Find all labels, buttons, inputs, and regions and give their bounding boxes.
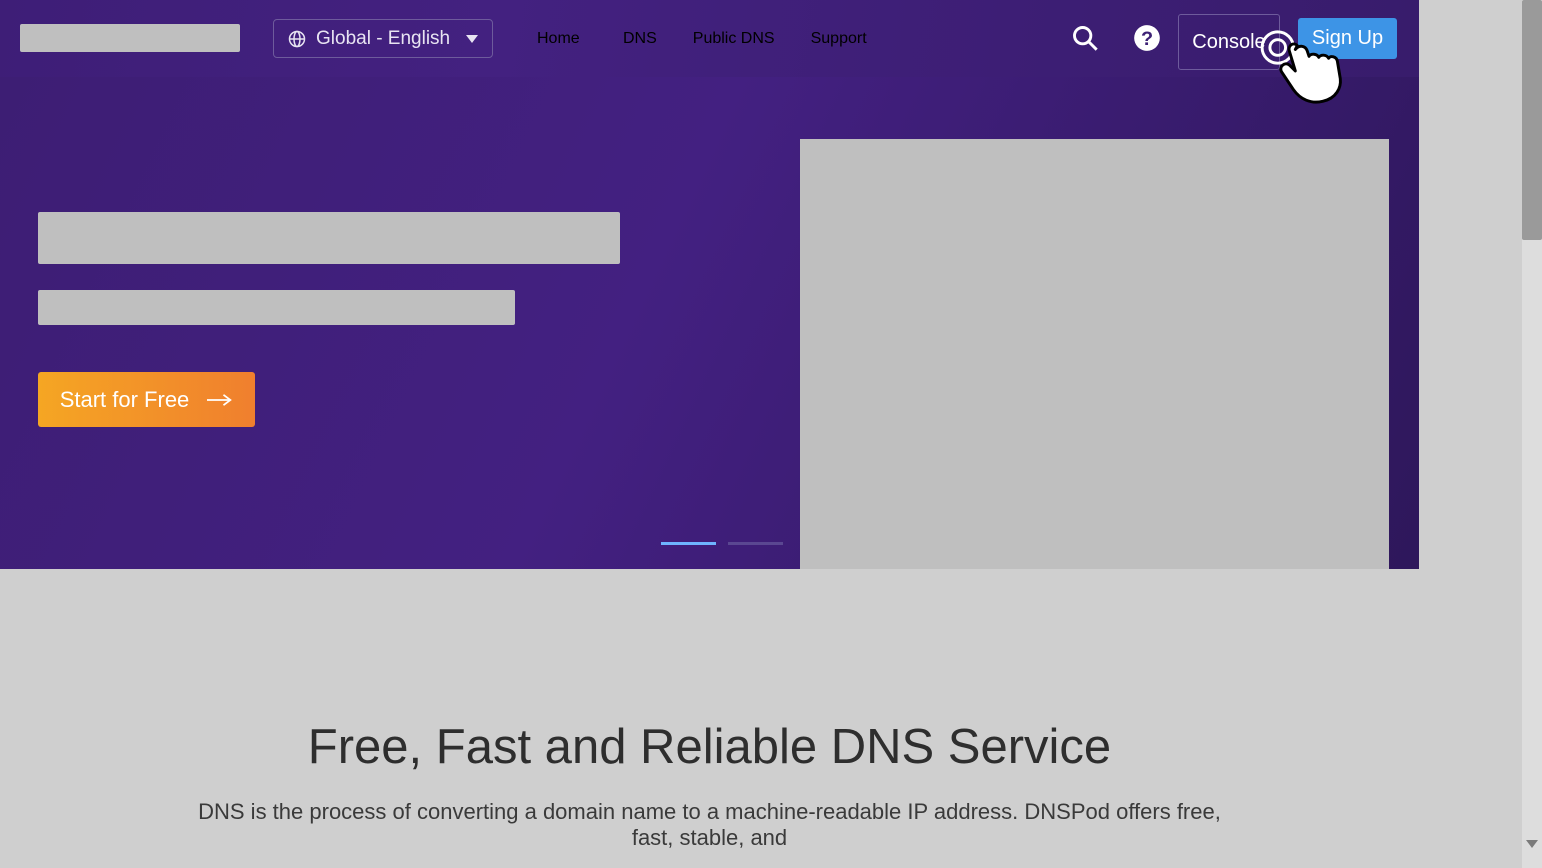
pager-dot-2[interactable] [728, 542, 783, 545]
signup-label: Sign Up [1312, 27, 1383, 50]
help-icon: ? [1133, 24, 1161, 52]
intro-section: Free, Fast and Reliable DNS Service DNS … [0, 569, 1419, 868]
start-for-free-button[interactable]: Start for Free [38, 372, 255, 427]
hero-image-placeholder [800, 139, 1389, 569]
scrollbar-down-button[interactable] [1522, 820, 1542, 868]
globe-icon [288, 30, 306, 48]
arrow-right-icon [207, 393, 233, 407]
hero-subtitle-placeholder [38, 290, 515, 325]
region-select[interactable]: Global - English [273, 19, 493, 58]
nav-home[interactable]: Home [537, 30, 580, 48]
pager-dot-1[interactable] [661, 542, 716, 545]
console-label: Console [1192, 31, 1265, 54]
search-button[interactable] [1071, 24, 1099, 52]
console-button[interactable]: Console [1178, 14, 1280, 70]
region-label: Global - English [316, 28, 450, 50]
nav-dns[interactable]: DNS [623, 30, 657, 48]
help-button[interactable]: ? [1133, 24, 1161, 52]
search-icon [1071, 24, 1099, 52]
hero-title-placeholder [38, 212, 620, 264]
hero-banner: Start for Free [0, 77, 1419, 569]
intro-body: DNS is the process of converting a domai… [0, 799, 1419, 851]
signup-button[interactable]: Sign Up [1298, 18, 1397, 59]
chevron-down-icon [466, 35, 478, 43]
intro-title: Free, Fast and Reliable DNS Service [0, 719, 1419, 775]
nav-support[interactable]: Support [811, 30, 867, 48]
logo-placeholder [20, 24, 240, 52]
nav-public-dns[interactable]: Public DNS [693, 30, 775, 48]
top-header: Global - English Home DNS Public DNS Sup… [0, 0, 1419, 77]
scrollbar-thumb[interactable] [1522, 0, 1542, 240]
svg-text:?: ? [1141, 28, 1153, 50]
start-label: Start for Free [60, 387, 190, 413]
carousel-pager [661, 542, 783, 545]
